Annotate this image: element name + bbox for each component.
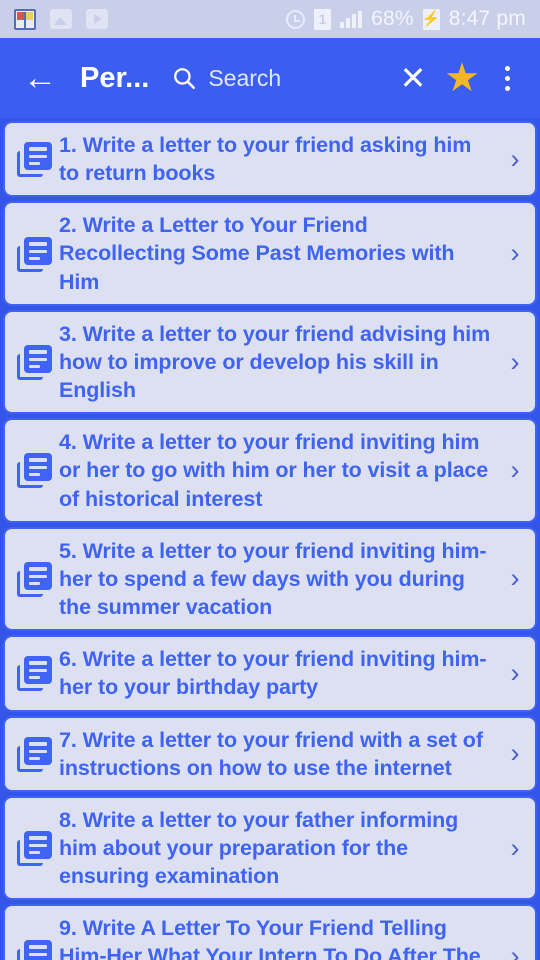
list-item-label: 1. Write a letter to your friend asking …	[59, 133, 472, 186]
chevron-right-icon: ›	[510, 738, 520, 769]
overflow-menu-button[interactable]	[488, 52, 526, 104]
list-item[interactable]: 3. Write a letter to your friend advisin…	[3, 309, 537, 415]
list-item[interactable]: 2. Write a Letter to Your Friend Recolle…	[3, 201, 537, 306]
article-stack-icon	[15, 450, 55, 490]
list-item-label: 5. Write a letter to your friend invitin…	[59, 538, 487, 620]
search-placeholder: Search	[208, 64, 282, 91]
chevron-right-icon: ›	[510, 657, 520, 688]
gallery-icon	[50, 9, 72, 29]
list-item-label: 7. Write a letter to your friend with a …	[59, 727, 483, 780]
article-stack-icon	[15, 734, 55, 774]
letter-topics-list[interactable]: 1. Write a letter to your friend asking …	[0, 118, 540, 960]
chevron-right-icon: ›	[510, 832, 520, 863]
sim-indicator-icon: 1	[314, 8, 332, 30]
chevron-right-icon: ›	[510, 346, 520, 377]
list-item[interactable]: 8. Write a letter to your father informi…	[3, 795, 537, 901]
article-stack-icon	[15, 342, 55, 382]
list-item[interactable]: 5. Write a letter to your friend invitin…	[3, 526, 537, 632]
list-item-label: 9. Write A Letter To Your Friend Telling…	[59, 916, 481, 960]
article-stack-icon	[15, 559, 55, 599]
status-bar-system: 1 68% 8:47 pm	[286, 7, 526, 31]
chevron-right-icon: ›	[510, 941, 520, 960]
app-toolbar: ← Per... Search ✕ ★	[0, 38, 540, 118]
close-icon: ✕	[399, 60, 427, 96]
page-title: Per...	[80, 61, 150, 94]
status-bar-notifications	[14, 8, 108, 30]
favorite-button[interactable]: ★	[436, 52, 488, 104]
list-item-label: 4. Write a letter to your friend invitin…	[59, 430, 489, 511]
search-icon	[174, 68, 196, 89]
article-stack-icon	[15, 234, 55, 274]
charging-bolt-icon	[422, 8, 440, 30]
status-bar-clock: 8:47 pm	[448, 7, 526, 30]
list-item[interactable]: 6. Write a letter to your friend invitin…	[3, 635, 537, 712]
list-item-label: 6. Write a letter to your friend invitin…	[59, 647, 487, 700]
article-stack-icon	[15, 937, 55, 960]
chevron-right-icon: ›	[510, 238, 520, 269]
list-item[interactable]: 4. Write a letter to your friend invitin…	[3, 418, 537, 523]
list-item[interactable]: 1. Write a letter to your friend asking …	[3, 121, 537, 198]
alarm-icon	[286, 9, 306, 29]
list-item[interactable]: 7. Write a letter to your friend with a …	[3, 715, 537, 792]
article-stack-icon	[15, 139, 55, 179]
chevron-right-icon: ›	[510, 563, 520, 594]
dictionary-app-icon	[14, 8, 36, 30]
list-item-label: 2. Write a Letter to Your Friend Recolle…	[59, 213, 455, 294]
signal-bars-icon	[340, 10, 363, 28]
list-item[interactable]: 9. Write A Letter To Your Friend Telling…	[3, 904, 537, 960]
close-button[interactable]: ✕	[390, 52, 436, 104]
chevron-right-icon: ›	[510, 143, 520, 174]
article-stack-icon	[15, 653, 55, 693]
back-button[interactable]: ←	[14, 52, 66, 104]
list-item-label: 3. Write a letter to your friend advisin…	[59, 321, 491, 403]
more-vertical-icon-dot	[504, 75, 510, 81]
video-player-icon	[86, 9, 108, 29]
status-bar: 1 68% 8:47 pm	[0, 0, 540, 38]
star-icon: ★	[444, 56, 480, 100]
more-vertical-icon-dot	[504, 65, 510, 71]
list-item-label: 8. Write a letter to your father informi…	[59, 807, 459, 889]
back-arrow-icon: ←	[23, 59, 57, 97]
search-input[interactable]: Search	[171, 65, 390, 92]
chevron-right-icon: ›	[510, 454, 520, 485]
article-stack-icon	[15, 828, 55, 868]
more-vertical-icon-dot	[504, 85, 510, 91]
battery-percent: 68%	[371, 7, 414, 30]
